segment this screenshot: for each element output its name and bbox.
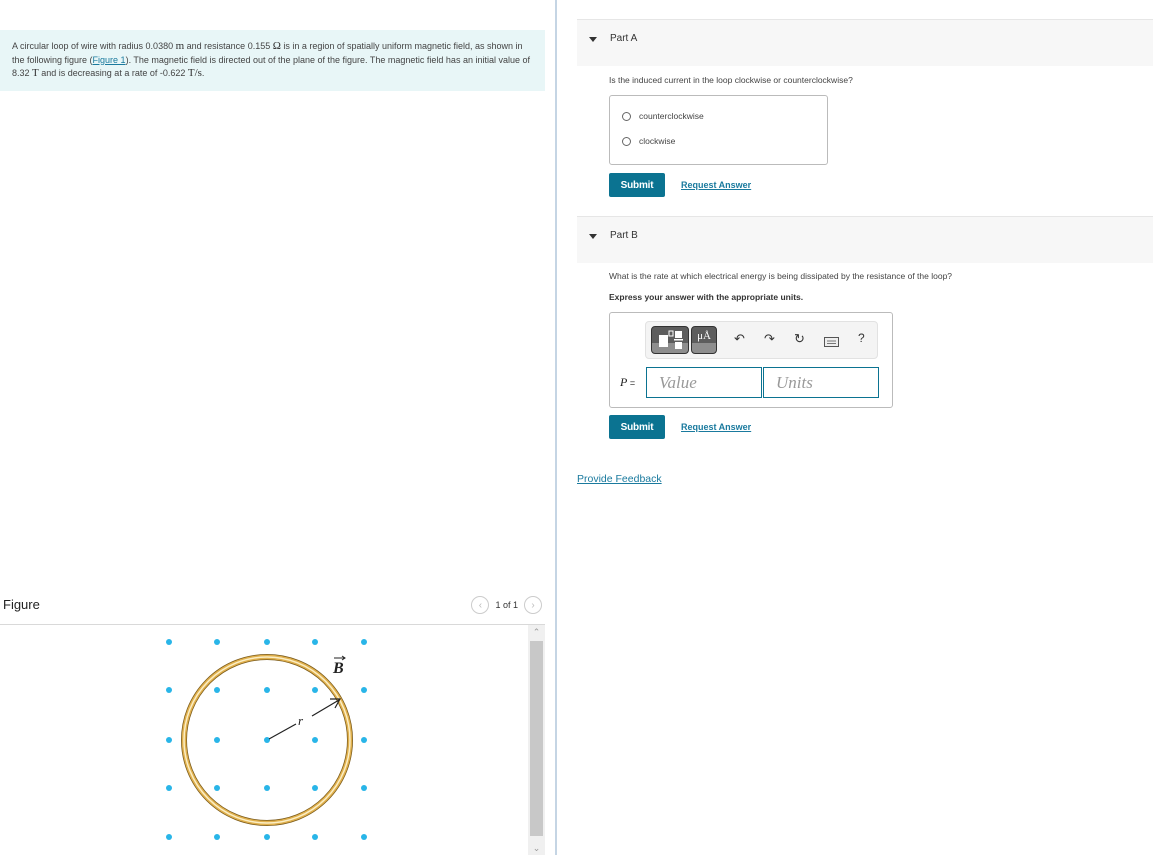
part-b-question: What is the rate at which electrical ene… xyxy=(609,271,953,281)
pager-text: 1 of 1 xyxy=(495,600,518,610)
field-dot xyxy=(312,737,318,743)
problem-text: . xyxy=(201,68,205,78)
scrollbar-thumb[interactable] xyxy=(530,641,543,836)
option-counterclockwise[interactable]: counterclockwise xyxy=(622,111,704,121)
field-dot xyxy=(312,785,318,791)
keyboard-icon[interactable] xyxy=(824,335,839,350)
provide-feedback-link[interactable]: Provide Feedback xyxy=(577,473,662,485)
units-input[interactable]: Units xyxy=(763,367,879,398)
option-clockwise[interactable]: clockwise xyxy=(622,136,675,146)
part-a-header[interactable]: Part A xyxy=(577,19,1153,66)
pane-divider[interactable] xyxy=(555,0,557,855)
problem-text: and resistance 0.155 xyxy=(184,41,273,51)
field-dot xyxy=(214,785,220,791)
unit-meters: m xyxy=(175,40,185,52)
variable-label: P = xyxy=(620,375,635,390)
part-a-label: Part A xyxy=(610,33,638,44)
part-a-question: Is the induced current in the loop clock… xyxy=(609,75,853,85)
radius-label: r xyxy=(298,713,304,728)
field-dot xyxy=(264,834,270,840)
field-dot xyxy=(264,785,270,791)
field-dot xyxy=(214,687,220,693)
field-dot xyxy=(361,737,367,743)
field-dot xyxy=(166,639,172,645)
part-a-submit-button[interactable]: Submit xyxy=(609,173,665,197)
field-dot xyxy=(312,687,318,693)
field-dot xyxy=(312,834,318,840)
part-b-submit-button[interactable]: Submit xyxy=(609,415,665,439)
unit-ohms: Ω xyxy=(272,40,281,52)
undo-icon[interactable]: ↶ xyxy=(734,331,745,347)
radio-button[interactable] xyxy=(622,136,631,146)
scroll-down-icon[interactable]: ⌄ xyxy=(528,841,545,855)
radius-line xyxy=(311,699,340,717)
figure-link[interactable]: Figure 1 xyxy=(93,55,126,65)
unit-tesla-per-second: T/s xyxy=(187,67,202,79)
chevron-left-icon[interactable]: ‹ xyxy=(471,596,490,614)
field-dot xyxy=(166,687,172,693)
radio-button[interactable] xyxy=(622,111,631,121)
caret-down-icon xyxy=(589,234,597,239)
field-dot xyxy=(361,834,367,840)
field-dot xyxy=(166,737,172,743)
field-dot xyxy=(166,834,172,840)
part-b-label: Part B xyxy=(610,230,638,241)
chevron-right-icon[interactable]: › xyxy=(524,596,542,614)
equals-sign: = xyxy=(627,378,636,388)
help-icon[interactable]: ? xyxy=(858,331,865,345)
field-dot xyxy=(166,785,172,791)
problem-statement: A circular loop of wire with radius 0.03… xyxy=(0,30,545,91)
part-b-header[interactable]: Part B xyxy=(577,216,1153,263)
math-toolbar: μÅ ↶ ↷ ↻ ? xyxy=(645,321,878,359)
part-a-request-answer-link[interactable]: Request Answer xyxy=(681,180,751,190)
part-b-request-answer-link[interactable]: Request Answer xyxy=(681,422,751,432)
unit-tesla: T xyxy=(32,67,39,79)
radius-line xyxy=(268,723,297,740)
fraction-template-icon xyxy=(659,330,683,349)
field-dot xyxy=(214,834,220,840)
field-dot xyxy=(361,687,367,693)
field-dot xyxy=(264,737,270,743)
problem-text: and is decreasing at a rate of -0.622 xyxy=(38,68,188,78)
part-b-instruction: Express your answer with the appropriate… xyxy=(609,292,804,302)
field-dot xyxy=(214,737,220,743)
units-button[interactable]: μÅ xyxy=(691,326,717,354)
option-label: counterclockwise xyxy=(639,111,704,121)
part-a-choices: counterclockwise clockwise xyxy=(609,95,828,165)
caret-down-icon xyxy=(589,37,597,42)
field-dot xyxy=(264,639,270,645)
field-label: B xyxy=(332,660,344,677)
answer-input-box: μÅ ↶ ↷ ↻ ? P = Value Units xyxy=(609,312,893,408)
scroll-up-icon[interactable]: ⌃ xyxy=(528,625,545,639)
reset-icon[interactable]: ↻ xyxy=(794,331,805,347)
redo-icon[interactable]: ↷ xyxy=(764,331,775,347)
field-dot xyxy=(312,639,318,645)
option-label: clockwise xyxy=(639,136,676,146)
field-dot xyxy=(361,639,367,645)
figure-scrollbar[interactable]: ⌃ ⌄ xyxy=(528,625,545,855)
templates-button[interactable] xyxy=(651,326,689,354)
value-input[interactable]: Value xyxy=(646,367,762,398)
figure-title: Figure xyxy=(3,597,40,612)
problem-text: A circular loop of wire with radius 0.03… xyxy=(12,41,176,51)
figure-pager: ‹ 1 of 1 › xyxy=(471,596,542,614)
field-dot xyxy=(361,785,367,791)
field-dot xyxy=(264,687,270,693)
problem-pane: A circular loop of wire with radius 0.03… xyxy=(0,0,548,855)
field-dot xyxy=(214,639,220,645)
magnetic-field-diagram: r B xyxy=(166,639,367,840)
figure-image: r B xyxy=(0,625,530,855)
figure-header: Figure ‹ 1 of 1 › xyxy=(0,596,545,625)
